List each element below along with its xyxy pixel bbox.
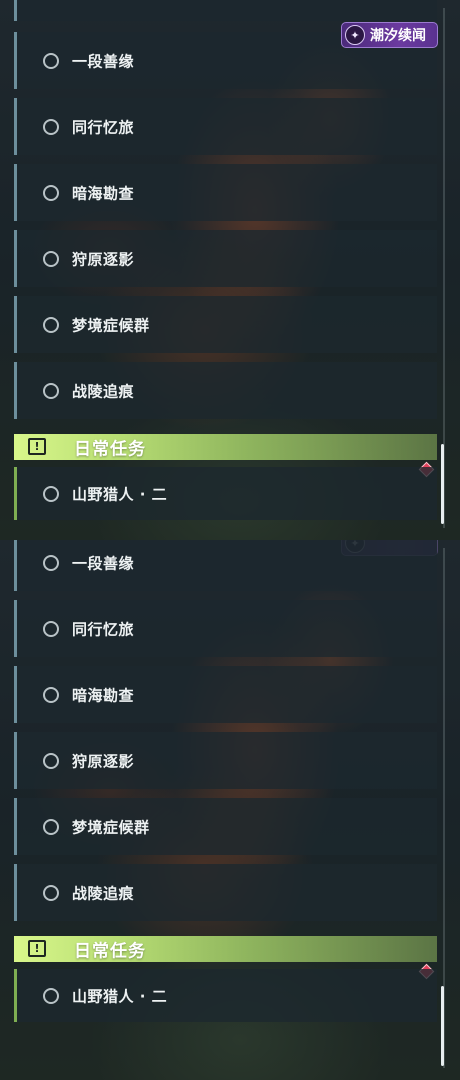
- quest-item-5[interactable]: 梦境症候群: [14, 798, 437, 855]
- tidal-event-badge[interactable]: ✦ 潮汐续闻: [341, 22, 438, 48]
- quest-item-3[interactable]: 暗海勘查: [14, 666, 437, 723]
- daily-tasks-title: 日常任务: [74, 941, 146, 962]
- quest-status-circle-icon: [43, 554, 59, 571]
- quest-item-label: 梦境症候群: [72, 316, 150, 334]
- badge-label: 潮汐续闻: [370, 28, 426, 44]
- tidal-emblem-icon: ✦: [345, 25, 365, 45]
- daily-tasks-header: ! 日常任务: [14, 936, 437, 962]
- quest-status-circle-icon: [43, 485, 59, 502]
- quest-item-label: 暗海勘查: [72, 686, 135, 704]
- quest-item-label: 暗海勘查: [72, 184, 135, 202]
- quest-list-panel-bottom: ✦ 一段善缘 同行忆旅 暗海勘查 狩原逐影 梦境症候群 战陵追痕 ! 日常任: [0, 540, 460, 1080]
- quest-list-panel-top: 一段善缘 同行忆旅 暗海勘查 狩原逐影 梦境症候群 战陵追痕 ! 日常任务 山野…: [0, 0, 460, 540]
- quest-item-1[interactable]: 一段善缘: [14, 540, 437, 591]
- quest-status-circle-icon: [43, 118, 59, 135]
- quest-item-4[interactable]: 狩原逐影: [14, 732, 437, 789]
- quest-item-partial: [14, 0, 437, 21]
- quest-status-circle-icon: [43, 752, 59, 769]
- quest-item-label: 一段善缘: [72, 52, 135, 70]
- quest-item-6[interactable]: 战陵追痕: [14, 362, 437, 419]
- quest-item-label: 狩原逐影: [72, 752, 135, 770]
- quest-item-2[interactable]: 同行忆旅: [14, 600, 437, 657]
- quest-item-label: 战陵追痕: [72, 382, 135, 400]
- quest-status-circle-icon: [43, 818, 59, 835]
- quest-item-3[interactable]: 暗海勘查: [14, 164, 437, 221]
- quest-item-2[interactable]: 同行忆旅: [14, 98, 437, 155]
- quest-status-circle-icon: [43, 316, 59, 333]
- quest-status-circle-icon: [43, 184, 59, 201]
- quest-item-label: 一段善缘: [72, 554, 135, 572]
- quest-item-4[interactable]: 狩原逐影: [14, 230, 437, 287]
- quest-status-circle-icon: [43, 686, 59, 703]
- exclamation-icon: !: [28, 940, 46, 957]
- quest-item-label: 同行忆旅: [72, 620, 135, 638]
- daily-quest-label: 山野猎人 · 二: [72, 987, 168, 1005]
- quest-status-circle-icon: [43, 620, 59, 637]
- quest-status-circle-icon: [43, 382, 59, 399]
- quest-status-circle-icon: [43, 884, 59, 901]
- quest-item-5[interactable]: 梦境症候群: [14, 296, 437, 353]
- quest-item-6[interactable]: 战陵追痕: [14, 864, 437, 921]
- quest-status-circle-icon: [43, 52, 59, 69]
- daily-quest-item[interactable]: 山野猎人 · 二: [14, 467, 437, 520]
- quest-item-label: 同行忆旅: [72, 118, 135, 136]
- quest-item-label: 梦境症候群: [72, 818, 150, 836]
- daily-tasks-title: 日常任务: [74, 439, 146, 460]
- quest-status-circle-icon: [43, 987, 59, 1004]
- daily-quest-item[interactable]: 山野猎人 · 二: [14, 969, 437, 1022]
- quest-status-circle-icon: [43, 250, 59, 267]
- scrollbar-thumb[interactable]: [441, 986, 444, 1066]
- daily-quest-label: 山野猎人 · 二: [72, 485, 168, 503]
- quest-item-label: 战陵追痕: [72, 884, 135, 902]
- daily-tasks-header: ! 日常任务: [14, 434, 437, 460]
- exclamation-icon: !: [28, 438, 46, 455]
- scrollbar-thumb[interactable]: [441, 444, 444, 524]
- quest-item-label: 狩原逐影: [72, 250, 135, 268]
